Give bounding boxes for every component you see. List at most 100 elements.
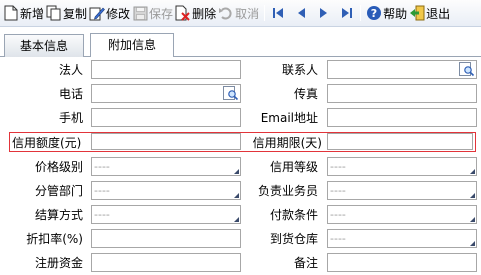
- dropdown-corner-icon: [470, 193, 475, 198]
- help-button[interactable]: ? 帮助: [365, 3, 408, 23]
- last-icon: [342, 8, 353, 18]
- legal-person-label: 法人: [58, 63, 83, 77]
- exit-icon: [409, 5, 425, 21]
- new-doc-icon: [3, 5, 19, 21]
- warehouse-value: ----: [330, 232, 346, 245]
- price-level-value: ----: [94, 160, 110, 173]
- tab-basic-info[interactable]: 基本信息: [4, 34, 84, 57]
- mobile-input[interactable]: [91, 108, 241, 127]
- edit-icon: [89, 5, 105, 21]
- credit-grade-select[interactable]: ----: [327, 157, 477, 176]
- dept-label: 分管部门: [34, 184, 83, 198]
- email-label: Email地址: [260, 111, 318, 125]
- settlement-value: ----: [94, 208, 110, 221]
- new-button[interactable]: 新增: [2, 3, 45, 23]
- exit-label: 退出: [426, 6, 451, 21]
- new-label: 新增: [20, 6, 45, 21]
- form-row: 价格级别 ---- 信用等级 ----: [0, 157, 481, 179]
- dropdown-corner-icon: [470, 169, 475, 174]
- tab-basic-label: 基本信息: [19, 39, 68, 53]
- salesman-label: 负责业务员: [257, 184, 318, 198]
- capital-label: 注册资金: [34, 256, 83, 270]
- contact-label: 联系人: [281, 63, 318, 77]
- tab-strip: 基本信息 附加信息: [0, 33, 481, 57]
- salesman-select[interactable]: ----: [327, 181, 477, 200]
- payment-terms-select[interactable]: ----: [327, 205, 477, 224]
- payment-terms-value: ----: [330, 208, 346, 221]
- form-row: 注册资金 备注: [0, 253, 481, 275]
- prev-icon: [298, 8, 306, 18]
- toolbar: 新增 复制 修改 保存 删除 取消 ? 帮助 退出: [0, 0, 481, 27]
- form-row: 信用额度(元) 信用期限(天): [0, 133, 481, 155]
- dept-select[interactable]: ----: [91, 181, 241, 200]
- first-icon: [273, 8, 284, 18]
- salesman-value: ----: [330, 184, 346, 197]
- dropdown-corner-icon: [234, 217, 239, 222]
- remark-input[interactable]: [327, 253, 477, 272]
- save-icon: [132, 5, 148, 21]
- legal-person-input[interactable]: [91, 60, 241, 79]
- edit-button[interactable]: 修改: [88, 3, 131, 23]
- form-row: 电话 传真: [0, 84, 481, 106]
- lookup-icon[interactable]: [459, 62, 475, 77]
- credit-grade-value: ----: [330, 160, 346, 173]
- discount-label: 折扣率(%): [26, 232, 83, 246]
- dept-value: ----: [94, 184, 110, 197]
- mobile-label: 手机: [58, 111, 83, 125]
- price-level-select[interactable]: ----: [91, 157, 241, 176]
- dropdown-corner-icon: [470, 217, 475, 222]
- first-record-button[interactable]: [270, 5, 286, 21]
- help-label: 帮助: [383, 6, 408, 21]
- phone-label: 电话: [58, 87, 83, 101]
- dropdown-corner-icon: [234, 169, 239, 174]
- dropdown-corner-icon: [234, 193, 239, 198]
- last-record-button[interactable]: [339, 5, 355, 21]
- delete-icon: [175, 5, 191, 21]
- settlement-label: 结算方式: [34, 208, 83, 222]
- delete-label: 删除: [192, 6, 217, 21]
- undo-icon: [218, 5, 234, 21]
- tab-extra-label: 附加信息: [107, 38, 156, 52]
- form-row: 结算方式 ---- 付款条件 ----: [0, 205, 481, 227]
- form-row: 分管部门 ---- 负责业务员 ----: [0, 181, 481, 203]
- next-icon: [320, 8, 328, 18]
- save-button[interactable]: 保存: [131, 3, 174, 23]
- exit-button[interactable]: 退出: [408, 3, 451, 23]
- remark-label: 备注: [293, 256, 318, 270]
- help-icon: ?: [366, 5, 382, 21]
- credit-limit-input[interactable]: [91, 133, 241, 150]
- phone-input[interactable]: [91, 84, 241, 103]
- cancel-label: 取消: [235, 6, 260, 21]
- form-row: 手机 Email地址: [0, 108, 481, 130]
- discount-input[interactable]: [91, 229, 241, 248]
- fax-input[interactable]: [327, 84, 477, 103]
- tab-extra-info[interactable]: 附加信息: [90, 33, 174, 57]
- delete-button[interactable]: 删除: [174, 3, 217, 23]
- prev-record-button[interactable]: [293, 5, 309, 21]
- copy-icon: [46, 5, 62, 21]
- lookup-icon[interactable]: [223, 86, 239, 101]
- credit-period-input[interactable]: [327, 133, 473, 150]
- copy-label: 复制: [63, 6, 88, 21]
- price-level-label: 价格级别: [34, 160, 83, 174]
- form-row: 法人 联系人: [0, 60, 481, 82]
- credit-period-label: 信用期限(天): [252, 136, 322, 150]
- warehouse-select[interactable]: ----: [327, 229, 477, 248]
- payment-terms-label: 付款条件: [269, 208, 318, 222]
- settlement-select[interactable]: ----: [91, 205, 241, 224]
- warehouse-label: 到货仓库: [269, 232, 318, 246]
- save-label: 保存: [149, 6, 174, 21]
- cancel-button[interactable]: 取消: [217, 3, 260, 23]
- next-record-button[interactable]: [316, 5, 332, 21]
- toolbar-separator: [360, 5, 362, 21]
- svg-text:?: ?: [371, 7, 377, 20]
- dropdown-corner-icon: [470, 241, 475, 246]
- credit-limit-label: 信用额度(元): [12, 136, 82, 150]
- edit-label: 修改: [106, 6, 131, 21]
- email-input[interactable]: [327, 108, 477, 127]
- capital-input[interactable]: [91, 253, 241, 272]
- copy-button[interactable]: 复制: [45, 3, 88, 23]
- contact-input[interactable]: [327, 60, 477, 79]
- fax-label: 传真: [293, 87, 318, 101]
- toolbar-separator: [264, 5, 266, 21]
